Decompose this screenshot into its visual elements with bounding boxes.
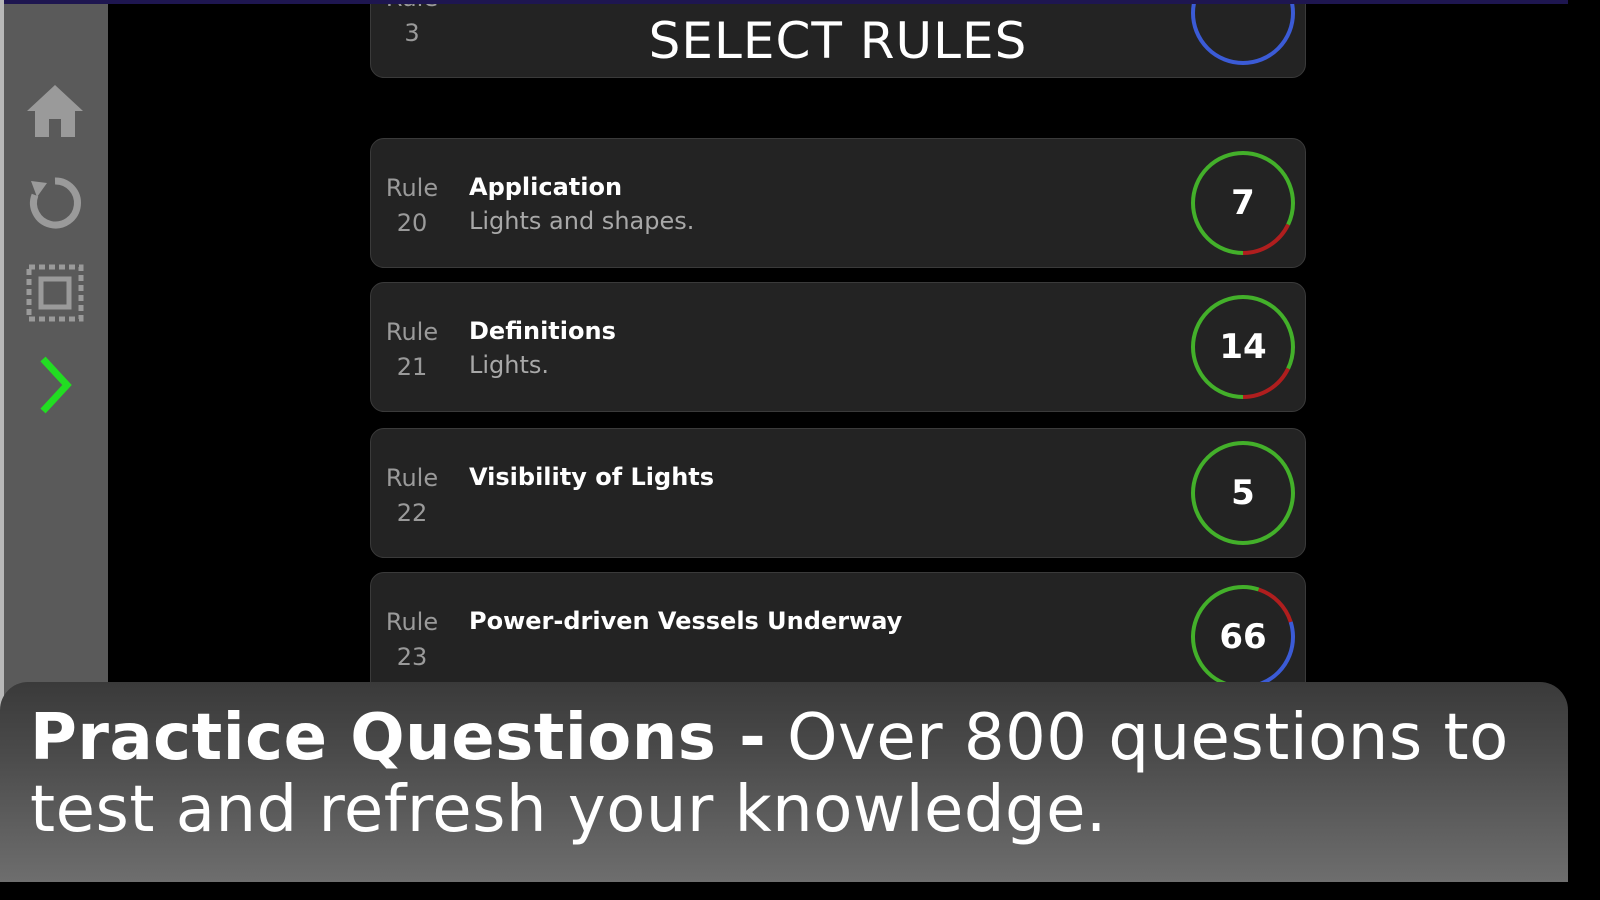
- next-button[interactable]: [20, 350, 90, 420]
- promo-caption: Practice Questions - Over 800 questions …: [0, 682, 1568, 882]
- rule-name: Power-driven Vessels Underway: [469, 607, 903, 635]
- page-title: SELECT RULES: [648, 12, 1028, 70]
- rule-number: 23: [396, 643, 428, 671]
- question-count: 5: [1231, 473, 1255, 513]
- next-chevron-icon: [40, 356, 72, 414]
- reset-icon: [30, 177, 81, 229]
- rule-description: Lights.: [469, 351, 550, 379]
- caption-bold: Practice Questions -: [30, 701, 767, 775]
- question-count: 14: [1219, 327, 1267, 367]
- question-count: 7: [1231, 183, 1255, 223]
- rule-description: Lights and shapes.: [469, 207, 695, 235]
- rule-label: Rule 20: [385, 171, 439, 241]
- rule-card[interactable]: Rule 20 Application Lights and shapes. 7: [370, 138, 1306, 268]
- select-all-icon: [26, 264, 84, 322]
- rule-card[interactable]: Rule 21 Definitions Lights. 14: [370, 282, 1306, 412]
- caption-text: Practice Questions - Over 800 questions …: [30, 702, 1560, 846]
- rule-label: Rule 23: [385, 605, 439, 675]
- rule-label: Rule 21: [385, 315, 439, 385]
- rule-number: 21: [396, 353, 428, 381]
- rule-name: Definitions: [469, 317, 616, 345]
- rule-number: 22: [396, 499, 428, 527]
- rule-card[interactable]: Rule 22 Visibility of Lights 5: [370, 428, 1306, 558]
- rule-label: Rule 22: [385, 461, 439, 531]
- home-icon: [27, 85, 83, 137]
- rule-word: Rule: [385, 608, 439, 636]
- reset-button[interactable]: [20, 168, 90, 238]
- select-all-button[interactable]: [20, 258, 90, 328]
- rule-word: Rule: [385, 464, 439, 492]
- home-button[interactable]: [20, 76, 90, 146]
- rule-word: Rule: [385, 318, 439, 346]
- rule-number: 20: [396, 209, 428, 237]
- rule-name: Visibility of Lights: [469, 463, 715, 491]
- rule-word: Rule: [385, 174, 439, 202]
- rule-name: Application: [469, 173, 623, 201]
- question-count: 66: [1219, 617, 1267, 657]
